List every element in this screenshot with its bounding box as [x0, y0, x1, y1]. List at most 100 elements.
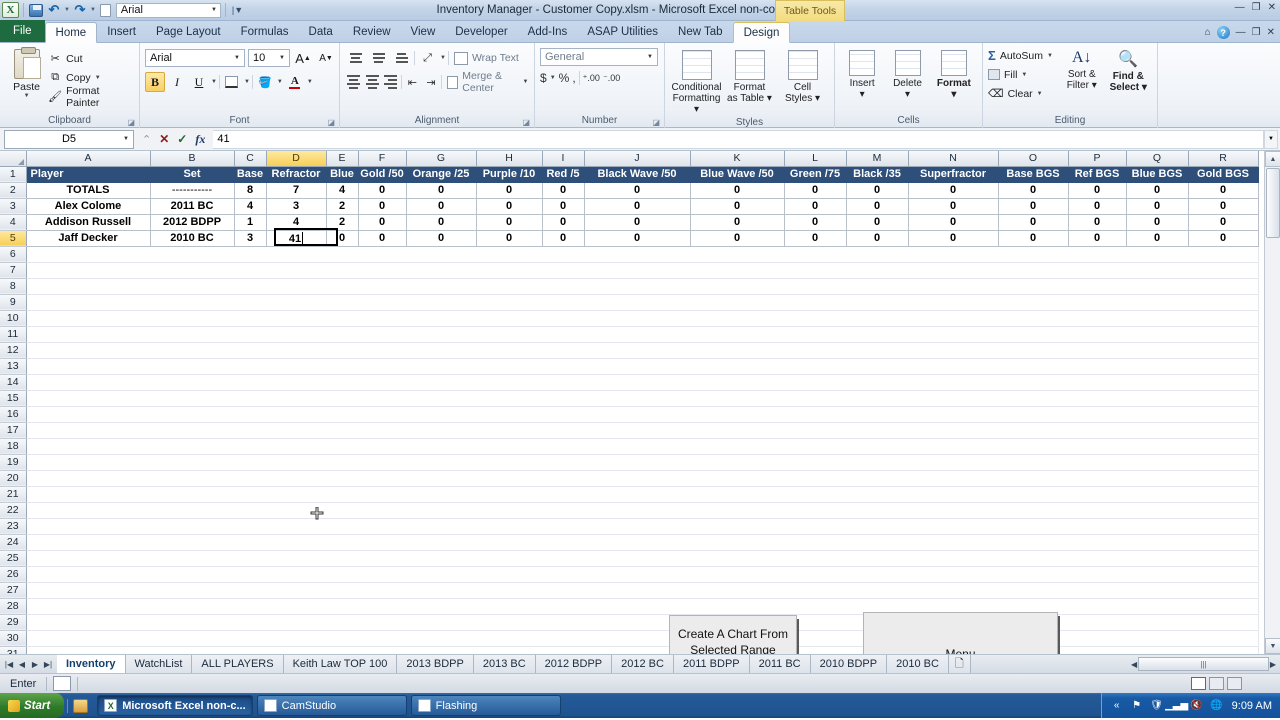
- cell-A5[interactable]: Jaff Decker: [26, 230, 150, 246]
- enter-formula-icon[interactable]: ✓: [177, 132, 187, 146]
- vertical-scrollbar[interactable]: ▲ ▼: [1264, 151, 1280, 654]
- sheet-tab-inventory[interactable]: Inventory: [57, 655, 126, 673]
- clear-dropdown-icon[interactable]: ▼: [1037, 91, 1043, 97]
- cell-H4[interactable]: 0: [476, 214, 542, 230]
- table-row[interactable]: 17: [0, 422, 1258, 438]
- table-row[interactable]: 25: [0, 550, 1258, 566]
- row-header-14[interactable]: 14: [0, 374, 26, 390]
- cell-O4[interactable]: 0: [998, 214, 1068, 230]
- cell-B4[interactable]: 2012 BDPP: [150, 214, 234, 230]
- row-header-11[interactable]: 11: [0, 326, 26, 342]
- cell-G3[interactable]: 0: [406, 198, 476, 214]
- table-row[interactable]: 2 TOTALS ----------- 8 7 4 0 0 0 0 0 0 0…: [0, 182, 1258, 198]
- row-header-18[interactable]: 18: [0, 438, 26, 454]
- cut-button[interactable]: ✂ Cut: [48, 50, 134, 67]
- cell-Q5[interactable]: 0: [1126, 230, 1188, 246]
- col-header-C[interactable]: C: [234, 151, 266, 166]
- font-size-input[interactable]: 10 ▼: [248, 49, 290, 67]
- table-row[interactable]: 14: [0, 374, 1258, 390]
- cell-R5[interactable]: 0: [1188, 230, 1258, 246]
- table-row[interactable]: 28: [0, 598, 1258, 614]
- view-mode-buttons[interactable]: [1191, 677, 1242, 690]
- conditional-formatting-button[interactable]: Conditional Formatting ▾: [670, 48, 723, 115]
- empty-row-cells[interactable]: [26, 646, 1258, 654]
- font-color-button[interactable]: A: [285, 72, 305, 92]
- orientation-dropdown-icon[interactable]: ▼: [440, 55, 446, 61]
- help-icon[interactable]: ?: [1217, 26, 1230, 39]
- cell-L4[interactable]: 0: [784, 214, 846, 230]
- shield-icon[interactable]: 🛡: [1150, 699, 1164, 713]
- cell-N5[interactable]: 0: [908, 230, 998, 246]
- row-header-5[interactable]: 5: [0, 230, 26, 246]
- col-header-J[interactable]: J: [584, 151, 690, 166]
- dialog-launcher-icon[interactable]: ◪: [127, 115, 135, 130]
- cell-R3[interactable]: 0: [1188, 198, 1258, 214]
- cell-J3[interactable]: 0: [584, 198, 690, 214]
- dialog-launcher-icon[interactable]: ◪: [327, 115, 335, 130]
- col-header-R[interactable]: R: [1188, 151, 1258, 166]
- cell-M4[interactable]: 0: [846, 214, 908, 230]
- taskbar-item-camstudio[interactable]: CamStudio: [257, 695, 407, 716]
- sheet-nav-buttons[interactable]: |◀ ◀ ▶ ▶|: [0, 660, 57, 669]
- dialog-launcher-icon[interactable]: ◪: [522, 115, 530, 130]
- cell-E1[interactable]: Blue: [326, 166, 358, 182]
- tab-file[interactable]: File: [0, 20, 45, 42]
- bold-button[interactable]: B: [145, 72, 165, 92]
- cell-Q4[interactable]: 0: [1126, 214, 1188, 230]
- row-header-31[interactable]: 31: [0, 646, 26, 654]
- expand-formula-bar-icon[interactable]: ▼: [1264, 130, 1278, 149]
- empty-row-cells[interactable]: [26, 422, 1258, 438]
- volume-mute-icon[interactable]: 🔇: [1190, 699, 1204, 713]
- next-sheet-icon[interactable]: ▶: [29, 660, 41, 669]
- chevron-down-icon[interactable]: ▼: [123, 136, 129, 142]
- cell-L3[interactable]: 0: [784, 198, 846, 214]
- cell-B3[interactable]: 2011 BC: [150, 198, 234, 214]
- cell-M1[interactable]: Black /35: [846, 166, 908, 182]
- col-header-P[interactable]: P: [1068, 151, 1126, 166]
- align-middle-button[interactable]: [368, 48, 389, 68]
- row-header-28[interactable]: 28: [0, 598, 26, 614]
- cell-A3[interactable]: Alex Colome: [26, 198, 150, 214]
- chevron-down-icon[interactable]: ▼: [279, 55, 285, 61]
- table-row[interactable]: 11: [0, 326, 1258, 342]
- comma-button[interactable]: ,: [572, 71, 575, 85]
- chevron-down-icon[interactable]: ▼: [647, 54, 653, 60]
- cell-Q2[interactable]: 0: [1126, 182, 1188, 198]
- cell-M5[interactable]: 0: [846, 230, 908, 246]
- tab-data[interactable]: Data: [299, 21, 343, 42]
- restore-window-icon[interactable]: ❐: [1252, 27, 1261, 38]
- empty-row-cells[interactable]: [26, 342, 1258, 358]
- cell-H5[interactable]: 0: [476, 230, 542, 246]
- cell-G4[interactable]: 0: [406, 214, 476, 230]
- paste-button[interactable]: Paste ▼: [5, 46, 48, 99]
- insert-worksheet-icon[interactable]: 🗋: [949, 655, 971, 673]
- cell-F1[interactable]: Gold /50: [358, 166, 406, 182]
- empty-row-cells[interactable]: [26, 598, 1258, 614]
- formula-undo-icon[interactable]: ⌃: [142, 133, 151, 146]
- chevron-down-icon[interactable]: ▼: [234, 55, 240, 61]
- empty-row-cells[interactable]: [26, 406, 1258, 422]
- cell-R2[interactable]: 0: [1188, 182, 1258, 198]
- cell-K1[interactable]: Blue Wave /50: [690, 166, 784, 182]
- empty-row-cells[interactable]: [26, 550, 1258, 566]
- col-header-O[interactable]: O: [998, 151, 1068, 166]
- cell-D1[interactable]: Refractor: [266, 166, 326, 182]
- cell-I5[interactable]: 0: [542, 230, 584, 246]
- empty-row-cells[interactable]: [26, 262, 1258, 278]
- col-header-H[interactable]: H: [476, 151, 542, 166]
- table-row[interactable]: 20: [0, 470, 1258, 486]
- table-row[interactable]: 10: [0, 310, 1258, 326]
- horizontal-scroll-thumb[interactable]: |||: [1138, 657, 1269, 671]
- cell-F5[interactable]: 0: [358, 230, 406, 246]
- table-row[interactable]: 12: [0, 342, 1258, 358]
- cell-P3[interactable]: 0: [1068, 198, 1126, 214]
- hscroll-right-icon[interactable]: ▶: [1270, 660, 1276, 669]
- table-row[interactable]: 27: [0, 582, 1258, 598]
- empty-row-cells[interactable]: [26, 614, 1258, 630]
- underline-dropdown-icon[interactable]: ▼: [211, 79, 217, 85]
- table-row[interactable]: 6: [0, 246, 1258, 262]
- cell-O2[interactable]: 0: [998, 182, 1068, 198]
- table-row[interactable]: 22: [0, 502, 1258, 518]
- cell-K4[interactable]: 0: [690, 214, 784, 230]
- table-row[interactable]: 16: [0, 406, 1258, 422]
